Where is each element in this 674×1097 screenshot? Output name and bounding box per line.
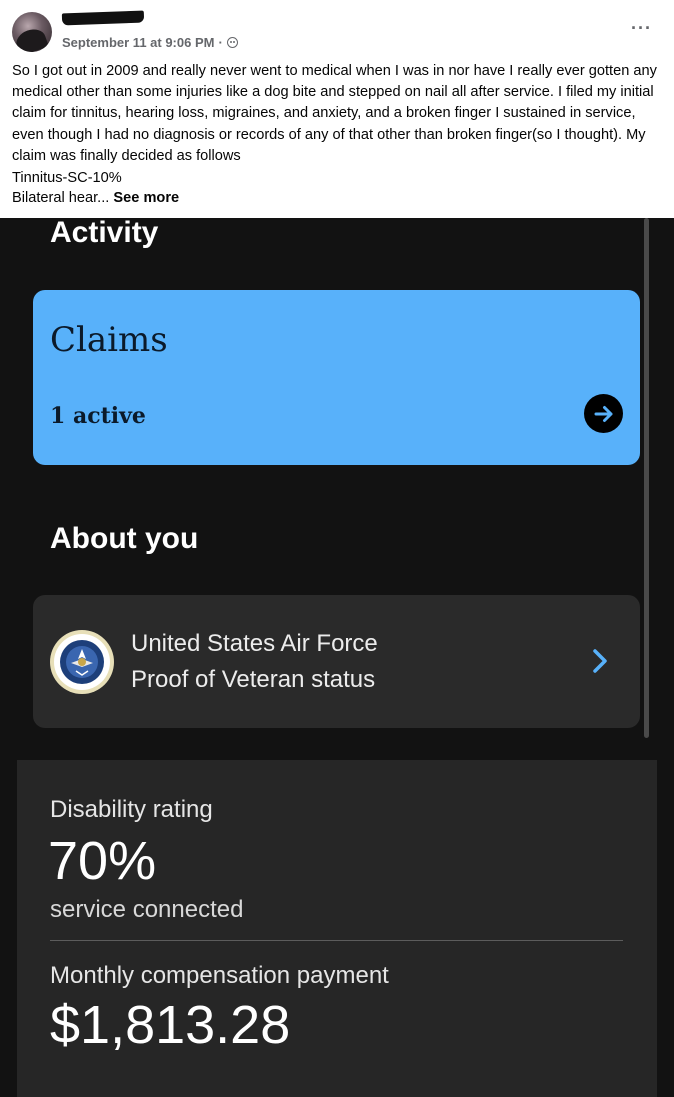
meta-separator: · [218,35,223,50]
disability-rating-label: Disability rating [50,796,213,823]
divider [50,940,623,941]
globe-icon [226,37,238,48]
veteran-status-label: Proof of Veteran status [131,666,376,693]
avatar[interactable] [12,12,52,52]
air-force-seal-icon [49,629,115,695]
arrow-right-icon[interactable] [584,394,623,433]
claims-card[interactable]: Claims 1 active [33,290,640,465]
see-more-link[interactable]: See more [113,190,179,206]
truncated-text: Bilateral hear... [12,190,110,206]
post-line-tinnitus: Tinnitus-SC-10% [12,170,122,186]
monthly-compensation-value: $1,813.28 [50,995,291,1055]
chevron-right-icon[interactable] [589,645,611,677]
about-you-heading: About you [50,522,199,555]
post-line-truncated: Bilateral hear... See more [12,188,179,209]
activity-heading: Activity [50,218,159,249]
veteran-status-card[interactable]: United States Air Force Proof of Veteran… [33,595,640,728]
post-meta: September 11 at 9:06 PM · [62,35,238,50]
service-connected-label: service connected [50,896,244,923]
facebook-post: September 11 at 9:06 PM · ··· So I got o… [0,0,674,218]
claims-title: Claims [50,320,168,360]
scrollbar[interactable] [644,218,649,738]
va-app-screenshot: Activity Claims 1 active About you Unite… [0,218,674,1097]
disability-rating-value: 70% [48,831,157,891]
disability-rating-panel: Disability rating 70% service connected … [17,760,657,1097]
monthly-compensation-label: Monthly compensation payment [50,962,389,989]
more-options-icon[interactable]: ··· [631,18,652,39]
redacted-author-name [61,10,145,26]
veteran-branch: United States Air Force [131,630,378,657]
post-body: So I got out in 2009 and really never we… [12,63,657,164]
claims-active-count: 1 active [50,403,146,429]
post-date[interactable]: September 11 at 9:06 PM [62,35,214,50]
